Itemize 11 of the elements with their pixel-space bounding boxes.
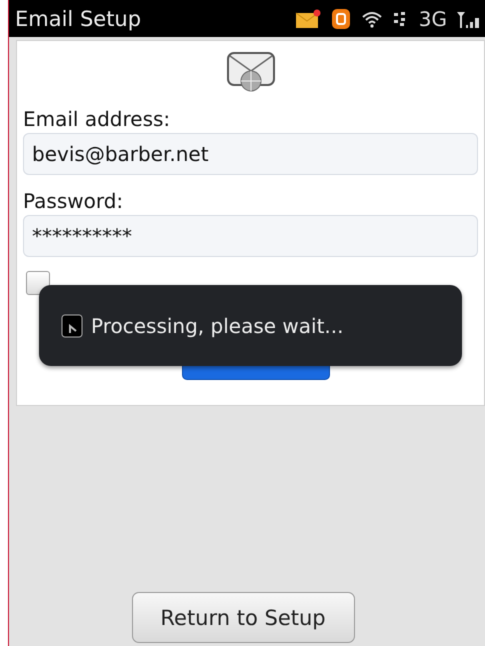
processing-message: Processing, please wait... (91, 314, 344, 338)
window-title: Email Setup (15, 6, 142, 30)
envelope-icon (226, 51, 276, 93)
input-field[interactable]: bevis@barber.net (23, 133, 478, 175)
signal-icon (457, 10, 481, 28)
mail-icon (294, 8, 321, 28)
return-button[interactable]: Return to Setup (132, 592, 354, 643)
field-label: Password: (23, 189, 124, 213)
field-label: Email address: (23, 107, 172, 131)
input-field[interactable]: ********** (23, 215, 478, 257)
network-label: 3G (418, 6, 447, 30)
